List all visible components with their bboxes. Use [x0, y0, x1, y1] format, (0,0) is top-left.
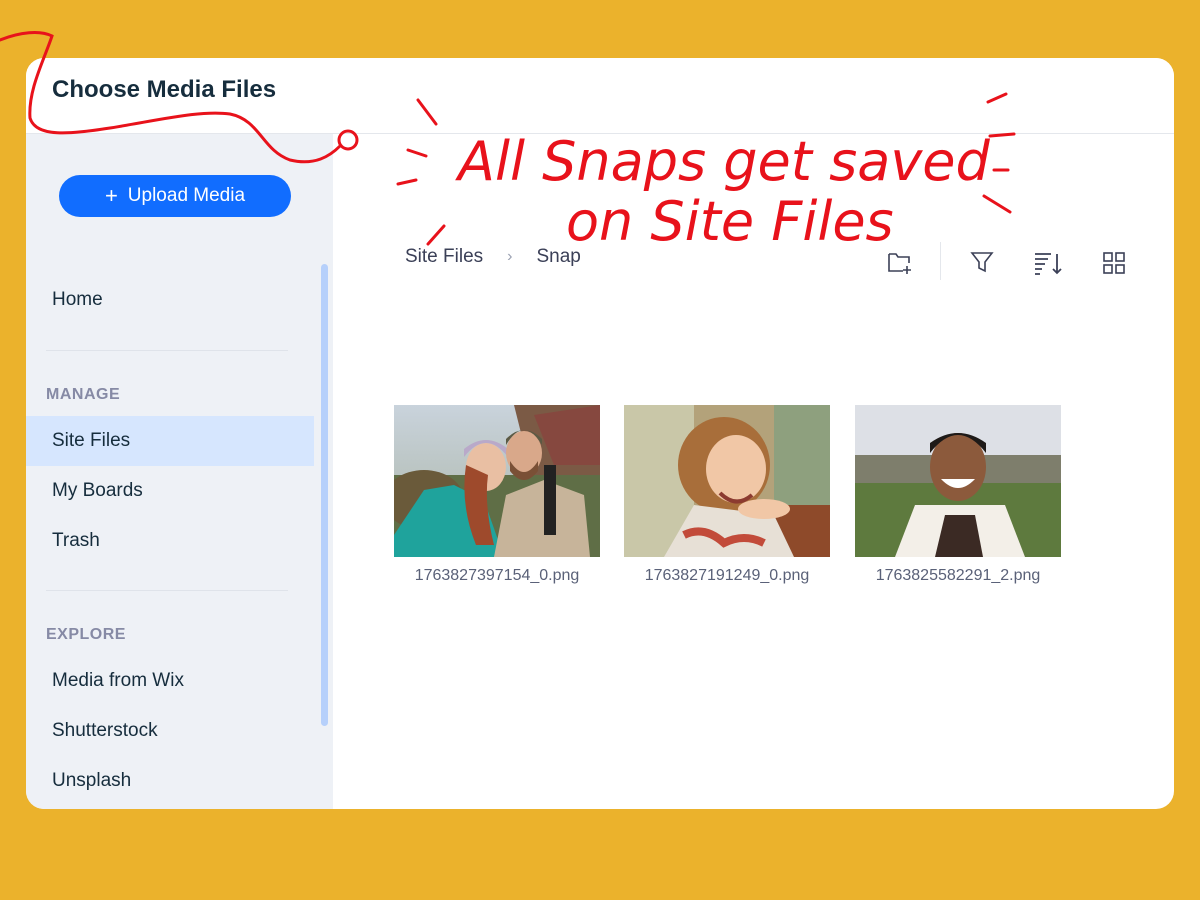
sidebar-item-trash[interactable]: Trash [26, 516, 314, 566]
sidebar: + Upload Media Home MANAGE Site Files My… [26, 134, 333, 809]
upload-media-button[interactable]: + Upload Media [59, 175, 291, 217]
sidebar-divider [46, 350, 288, 351]
file-item[interactable]: 1763827397154_0.png [394, 405, 600, 585]
file-item[interactable]: 1763827191249_0.png [624, 405, 830, 585]
sidebar-item-label: My Boards [52, 480, 143, 501]
sidebar-scrollbar[interactable] [321, 264, 328, 726]
breadcrumb: Site Files › Snap [405, 246, 581, 268]
explore-section-label: EXPLORE [46, 626, 126, 643]
file-item[interactable]: 1763825582291_2.png [855, 405, 1061, 585]
file-thumbnail-couple-selfie [394, 405, 600, 557]
new-folder-icon[interactable] [884, 247, 916, 279]
dialog-title: Choose Media Files [52, 76, 277, 103]
file-thumbnail-smiling-girl [624, 405, 830, 557]
file-name: 1763827191249_0.png [644, 567, 810, 584]
media-dialog: Choose Media Files + Upload Media Home M… [26, 58, 1174, 809]
breadcrumb-snap: Snap [536, 246, 581, 267]
toolbar-divider [940, 242, 941, 280]
file-name: 1763827397154_0.png [414, 567, 580, 584]
breadcrumb-site-files[interactable]: Site Files [405, 246, 483, 268]
filter-icon[interactable] [966, 247, 998, 279]
dialog-header: Choose Media Files [26, 58, 1174, 134]
plus-icon: + [104, 183, 118, 208]
sidebar-item-label: Shutterstock [52, 720, 158, 741]
file-name: 1763825582291_2.png [875, 567, 1041, 584]
sidebar-item-my-boards[interactable]: My Boards [26, 466, 314, 516]
file-thumbnail-smiling-man [855, 405, 1061, 557]
sidebar-item-home[interactable]: Home [26, 275, 314, 325]
sidebar-item-label: Unsplash [52, 770, 132, 791]
sidebar-divider [46, 590, 288, 591]
sidebar-item-site-files[interactable]: Site Files [26, 416, 314, 466]
grid-view-icon[interactable] [1098, 247, 1130, 279]
sidebar-item-label: Media from Wix [52, 670, 184, 691]
sidebar-item-shutterstock[interactable]: Shutterstock [26, 706, 314, 756]
manage-section-label: MANAGE [46, 386, 121, 403]
breadcrumb-separator-icon: › [507, 248, 513, 265]
sort-icon[interactable] [1032, 247, 1064, 279]
sidebar-item-label: Home [52, 289, 103, 310]
sidebar-item-media-from-wix[interactable]: Media from Wix [26, 656, 314, 706]
sidebar-item-label: Trash [52, 530, 100, 551]
upload-media-label: Upload Media [127, 185, 246, 206]
sidebar-item-label: Site Files [52, 430, 131, 451]
sidebar-item-unsplash[interactable]: Unsplash [26, 756, 314, 806]
